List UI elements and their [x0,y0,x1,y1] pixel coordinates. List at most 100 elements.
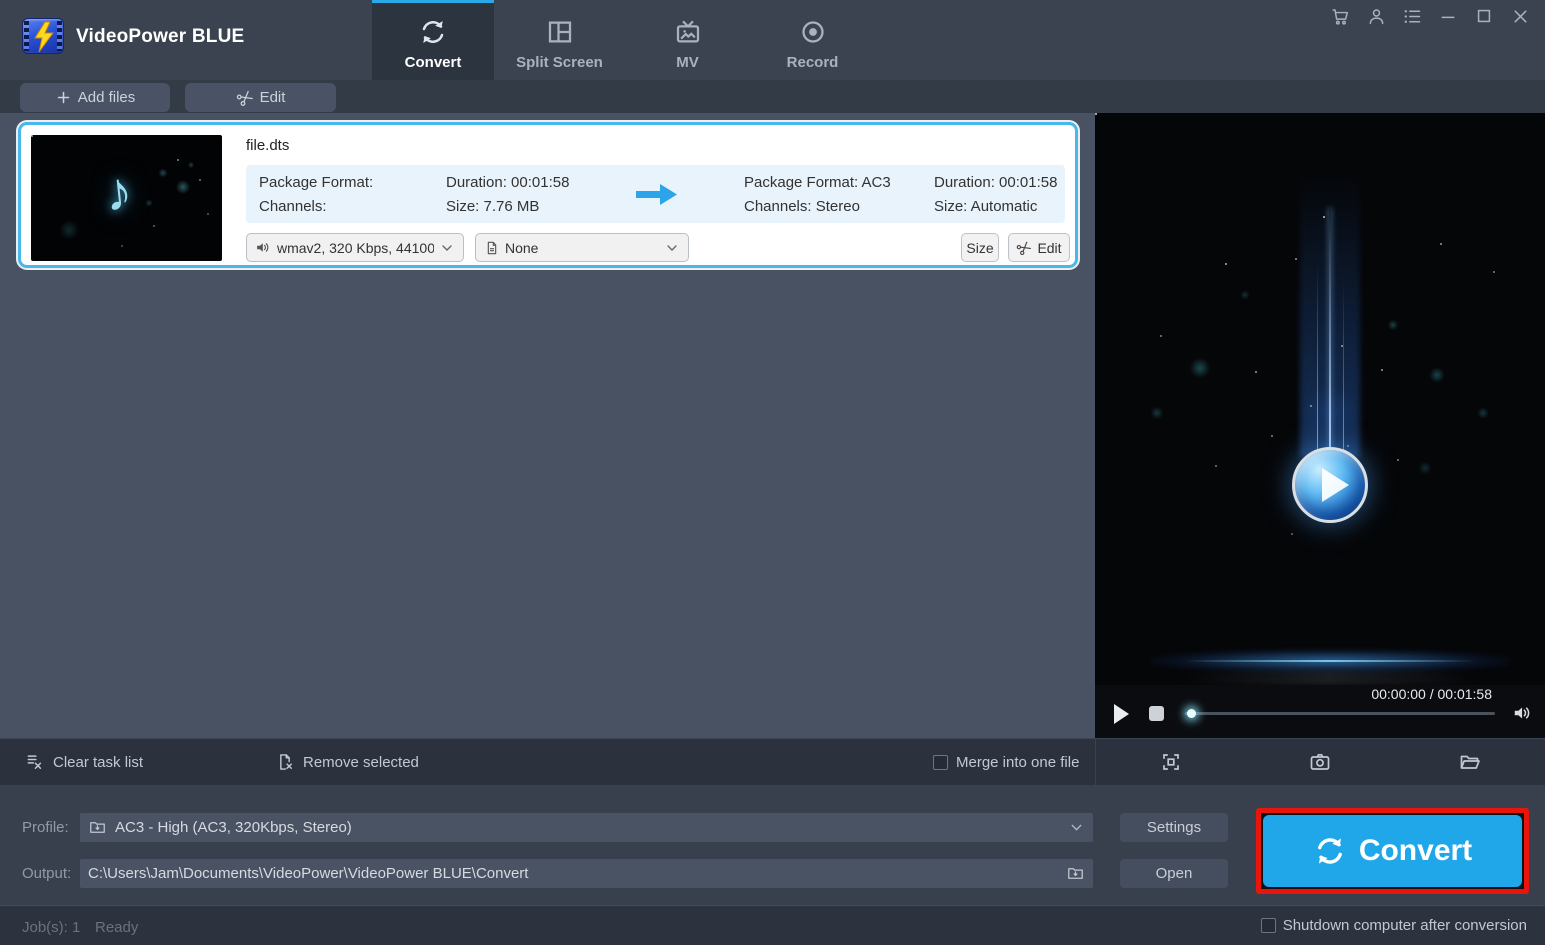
app-logo-icon [22,18,64,54]
filmstrip-decoration [24,21,29,51]
edit-button[interactable]: Edit [185,83,336,112]
profile-value: AC3 - High (AC3, 320Kbps, Stereo) [115,819,352,836]
source-package-format: Package Format: [259,174,374,191]
minimize-button[interactable] [1437,5,1459,27]
target-channels: Channels: Stereo [744,198,860,215]
browse-folder-icon[interactable] [1066,864,1085,883]
seek-slider[interactable] [1185,709,1495,718]
open-button[interactable]: Open [1120,859,1228,888]
profile-dropdown[interactable]: AC3 - High (AC3, 320Kbps, Stereo) [80,813,1093,842]
play-triangle-icon [1322,468,1349,502]
card-edit-button[interactable]: Edit [1008,233,1070,262]
music-note-icon: ♪ [101,160,136,224]
output-label: Output: [22,865,72,882]
shutdown-checkbox[interactable] [1260,918,1276,933]
speaker-icon [257,243,269,252]
target-package-format: Package Format: AC3 [744,174,891,191]
tab-split-screen[interactable]: Split Screen [494,0,625,80]
plus-icon [57,91,69,104]
size-button-label: Size [966,239,994,256]
source-duration: Duration: 00:01:58 [446,174,570,191]
remove-file-icon [280,754,292,770]
cart-icon[interactable] [1329,5,1351,27]
sync-icon [422,21,444,43]
clear-list-icon [27,755,42,769]
merge-label: Merge into one file [956,753,1080,771]
split-screen-icon [548,21,571,43]
source-channels: Channels: [259,198,327,215]
add-files-label: Add files [77,89,136,106]
volume-button[interactable] [1512,702,1534,724]
task-list-area: ♪ file.dts Package Format: Channels: Dur… [0,113,1095,738]
snapshot-camera-button[interactable] [1307,749,1333,775]
preview-play-overlay[interactable] [1292,447,1368,523]
subtitle-dropdown[interactable]: None [475,233,689,262]
tab-record[interactable]: Record [750,0,875,80]
ground-line-decoration [1185,660,1475,662]
audio-codec-dropdown[interactable]: wmav2, 320 Kbps, 44100 ... [246,233,464,262]
fullscreen-button[interactable] [1158,749,1184,775]
reflection-decoration [1180,671,1480,685]
output-path-value: C:\Users\Jam\Documents\VideoPower\VideoP… [88,865,529,882]
clear-task-list-button[interactable]: Clear task list [25,739,143,785]
settings-button[interactable]: Settings [1120,813,1228,842]
conversion-arrow-icon [636,184,677,205]
file-card[interactable]: ♪ file.dts Package Format: Channels: Dur… [18,122,1078,268]
tv-icon [676,20,699,43]
preview-tools [1096,739,1545,785]
document-icon [487,241,497,254]
profile-output-section: Profile: AC3 - High (AC3, 320Kbps, Stere… [0,785,1545,905]
open-label: Open [1155,865,1193,882]
chevron-down-icon [442,244,452,251]
video-preview-screen [1095,113,1545,685]
chevron-down-icon [1071,824,1082,831]
add-files-button[interactable]: Add files [20,83,170,112]
titlebar: VideoPower BLUE Convert Split Screen MV … [0,0,1545,80]
convert-button[interactable]: Convert [1263,815,1522,887]
play-button[interactable] [1114,704,1129,724]
remove-selected-button[interactable]: Remove selected [275,739,419,785]
card-edit-button-label: Edit [1037,239,1062,256]
seek-slider-knob[interactable] [1187,709,1196,718]
merge-checkbox[interactable] [933,754,948,770]
tab-convert-label: Convert [404,54,462,71]
merge-into-one-file-option[interactable]: Merge into one file [933,739,1079,785]
light-beam-line [1343,283,1344,458]
shutdown-after-conversion-option[interactable]: Shutdown computer after conversion [1260,917,1527,934]
jobs-count: Job(s): 1 [22,919,81,936]
record-icon [801,21,824,43]
tab-mv[interactable]: MV [625,0,750,80]
filmstrip-decoration [57,21,62,51]
status-bar: Job(s): 1 Ready Shutdown computer after … [0,905,1545,945]
open-folder-button[interactable] [1457,749,1483,775]
source-size: Size: 7.76 MB [446,198,540,215]
profile-folder-icon [90,822,105,833]
tab-record-label: Record [786,54,839,71]
playback-bar: 00:00:00 / 00:01:58 [1095,685,1545,738]
menu-list-icon[interactable] [1401,5,1423,27]
toolbar: Add files Edit [0,80,1545,113]
size-button[interactable]: Size [961,233,999,262]
target-size: Size: Automatic [934,198,1038,215]
tab-split-screen-label: Split Screen [516,54,603,71]
lightning-icon [34,21,54,53]
output-path-field[interactable]: C:\Users\Jam\Documents\VideoPower\VideoP… [80,859,1093,888]
edit-label: Edit [259,89,286,106]
profile-label: Profile: [22,819,69,836]
maximize-button[interactable] [1473,5,1495,27]
time-display: 00:00:00 / 00:01:58 [1371,686,1492,702]
convert-highlight-annotation: Convert [1256,808,1529,894]
main-tabs: Convert Split Screen MV Record [372,0,875,80]
thumbnail-sparkles [31,135,33,137]
conversion-info-box: Package Format: Channels: Duration: 00:0… [246,165,1065,223]
chevron-down-icon [667,244,677,251]
shutdown-label: Shutdown computer after conversion [1282,917,1527,934]
stop-button[interactable] [1149,706,1164,721]
task-actions-bar: Clear task list Remove selected Merge in… [0,738,1545,785]
convert-button-label: Convert [1358,834,1473,867]
close-button[interactable] [1509,5,1531,27]
light-beam-line [1317,263,1318,458]
tab-convert[interactable]: Convert [372,0,494,80]
clear-task-list-label: Clear task list [53,753,144,771]
account-icon[interactable] [1365,5,1387,27]
